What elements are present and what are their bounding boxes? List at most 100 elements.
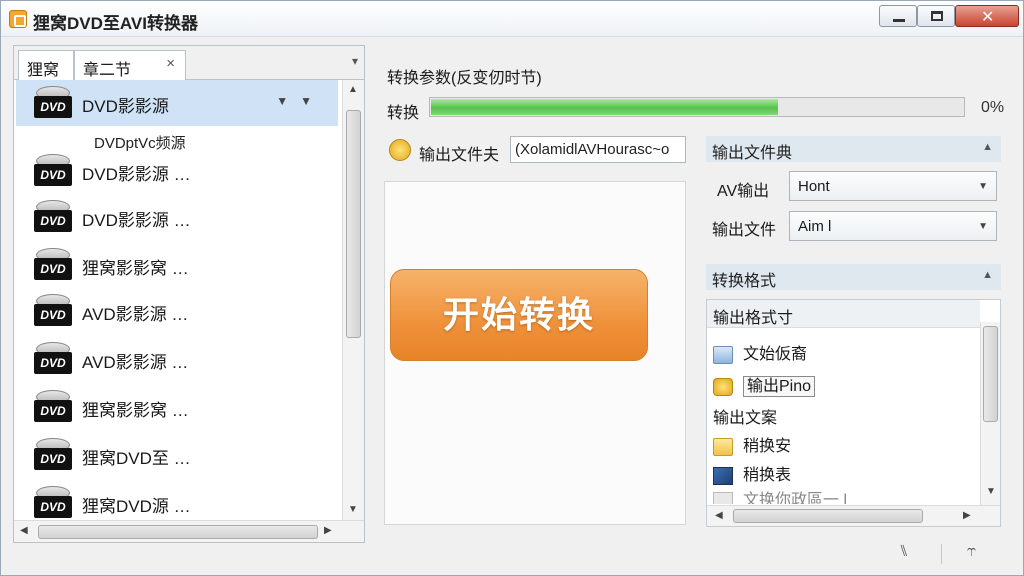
output-folder-label: 输出文件夫 (419, 147, 500, 164)
close-button[interactable]: ✕ (955, 5, 1019, 27)
chevron-down-icon: ▼ (978, 221, 988, 232)
format-vertical-scrollbar[interactable]: ▼ (980, 322, 1000, 506)
scroll-right-icon[interactable]: ▶ (963, 510, 971, 521)
misc-icon (713, 491, 733, 504)
chevron-up-icon[interactable]: ▲ (982, 141, 993, 153)
scroll-thumb[interactable] (733, 509, 923, 523)
app-window: 狸窝DVD至AVI转换器 ✕ 狸窝 章二节 × ▾ DVD DVD影影源 ▼▼ … (0, 0, 1024, 576)
tab-menu-icon[interactable]: ▾ (352, 54, 358, 68)
output-folder-icon[interactable] (389, 139, 411, 161)
list-item-label: DVD影影源 … (82, 165, 191, 184)
list-item-label: 输出Pino (743, 376, 816, 397)
scroll-up-icon[interactable]: ▲ (348, 84, 358, 95)
list-item-label: 文始仮裔 (743, 346, 808, 363)
scroll-left-icon[interactable]: ◀ (715, 510, 723, 521)
tab-close-icon[interactable]: × (166, 55, 175, 72)
select-value: Aim l (798, 218, 832, 235)
conversion-params-label: 转换参数(反变仞时节) (387, 70, 542, 87)
list-item[interactable]: 文换你政區一 l (713, 486, 847, 504)
list-item-label: 狸窝影影窝 … (82, 259, 189, 278)
list-item-label: AVD影影源 … (82, 353, 189, 372)
scroll-down-icon[interactable]: ▼ (986, 486, 996, 497)
scroll-thumb[interactable] (346, 110, 361, 338)
dvd-icon: DVD (34, 390, 72, 424)
list-item[interactable]: DVD DVD影影源 … (16, 148, 338, 194)
format-horizontal-scrollbar[interactable]: ◀ ▶ (707, 505, 1000, 526)
output-path-input[interactable] (510, 136, 686, 163)
dvd-icon: DVD (34, 154, 72, 188)
section-title: 转换格式 (712, 273, 777, 290)
list-item[interactable]: 输出文案 (713, 404, 777, 428)
av-output-label: AV输出 (717, 183, 770, 200)
maximize-button[interactable] (917, 5, 955, 27)
tab-label: 章二节 (83, 62, 132, 79)
scroll-left-icon[interactable]: ◀ (20, 525, 28, 536)
progress-label: 转换 (387, 105, 420, 122)
maximize-icon (931, 11, 943, 21)
progress-bar (429, 97, 965, 117)
list-item[interactable]: DVD 狸窝DVD源 … (16, 480, 338, 520)
footer-settings-icon[interactable]: ⑊ (899, 543, 909, 561)
list-item-label: 狸窝DVD源 … (82, 497, 191, 516)
scroll-right-icon[interactable]: ▶ (324, 525, 332, 536)
list-item-label: AVD影影源 … (82, 305, 189, 324)
list-item[interactable]: 输出Pino (713, 372, 816, 397)
output-settings-header[interactable]: 输出文件典 ▲ (706, 136, 1001, 162)
select-value: Hont (798, 178, 830, 195)
dvd-icon: DVD (34, 438, 72, 472)
format-section-header[interactable]: 转换格式 ▲ (706, 264, 1001, 290)
footer-divider (941, 544, 942, 564)
output-file-label: 输出文件 (712, 222, 777, 239)
av-output-select[interactable]: Hont ▼ (789, 171, 997, 201)
dvd-icon: DVD (34, 248, 72, 282)
list-item-label: 稍换安 (743, 438, 792, 455)
tab-chapters[interactable]: 章二节 × (74, 50, 186, 80)
list-item[interactable]: DVD AVD影影源 … (16, 288, 338, 334)
tab-label: 狸窝 (27, 62, 60, 79)
list-item[interactable]: DVD 狸窝DVD至 … (16, 432, 338, 478)
start-convert-button[interactable]: 开始转换 (390, 269, 648, 361)
list-horizontal-scrollbar[interactable]: ◀ ▶ (14, 520, 364, 542)
list-item-label: 输出文案 (713, 410, 778, 427)
source-list: DVD DVD影影源 ▼▼ DVDptVc频源 DVD DVD影影源 … DVD… (14, 80, 340, 520)
window-title: 狸窝DVD至AVI转换器 (33, 14, 198, 33)
minimize-button[interactable] (879, 5, 917, 27)
scroll-thumb[interactable] (983, 326, 998, 422)
footer-resize-icon[interactable]: ⥾ (967, 543, 976, 561)
output-file-select[interactable]: Aim l ▼ (789, 211, 997, 241)
dvd-icon: DVD (34, 342, 72, 376)
dvd-icon: DVD (34, 200, 72, 234)
tab-liwo[interactable]: 狸窝 (18, 50, 74, 80)
scroll-thumb[interactable] (38, 525, 318, 539)
list-item[interactable]: DVD DVD影影源 … (16, 194, 338, 240)
chevron-up-icon[interactable]: ▲ (982, 269, 993, 281)
doc-icon (713, 345, 733, 364)
scroll-down-icon[interactable]: ▼ (348, 504, 358, 515)
shield-icon (713, 377, 733, 396)
section-title: 输出文件典 (712, 145, 793, 162)
list-item-label: 狸窝DVD至 … (82, 449, 191, 468)
list-item-label: 稍换表 (743, 467, 792, 484)
list-item[interactable]: DVD DVD影影源 ▼▼ (16, 80, 338, 126)
list-item-label: DVD影影源 … (82, 211, 191, 230)
list-item[interactable]: 文始仮裔 (713, 340, 807, 364)
list-item[interactable]: DVD AVD影影源 … (16, 336, 338, 382)
app-logo-icon (9, 10, 27, 28)
list-vertical-scrollbar[interactable]: ▲ ▼ (342, 80, 364, 520)
list-item[interactable]: DVD 狸窝影影窝 … (16, 242, 338, 288)
close-icon: ✕ (981, 9, 995, 26)
source-list-pane: 狸窝 章二节 × ▾ DVD DVD影影源 ▼▼ DVDptVc频源 DVD D… (13, 45, 365, 543)
format-list: 输出格式寸 文始仮裔 输出Pino 输出文案 稍换安 稍换表 文换你政區一 l … (706, 299, 1001, 527)
picture-icon (713, 466, 733, 485)
tab-bar: 狸窝 章二节 × ▾ (14, 46, 364, 80)
dvd-icon: DVD (34, 486, 72, 520)
title-bar[interactable]: 狸窝DVD至AVI转换器 ✕ (1, 1, 1023, 37)
chevron-down-icon: ▼ (978, 181, 988, 192)
minimize-icon (893, 19, 905, 22)
chevron-down-icon[interactable]: ▼▼ (276, 94, 324, 108)
progress-value: 0% (981, 99, 1005, 116)
list-item[interactable]: DVD 狸窝影影窝 … (16, 384, 338, 430)
list-item[interactable]: 稍换安 (713, 432, 791, 456)
format-list-header: 输出格式寸 (707, 300, 980, 328)
list-item[interactable]: 稍换表 (713, 461, 791, 485)
